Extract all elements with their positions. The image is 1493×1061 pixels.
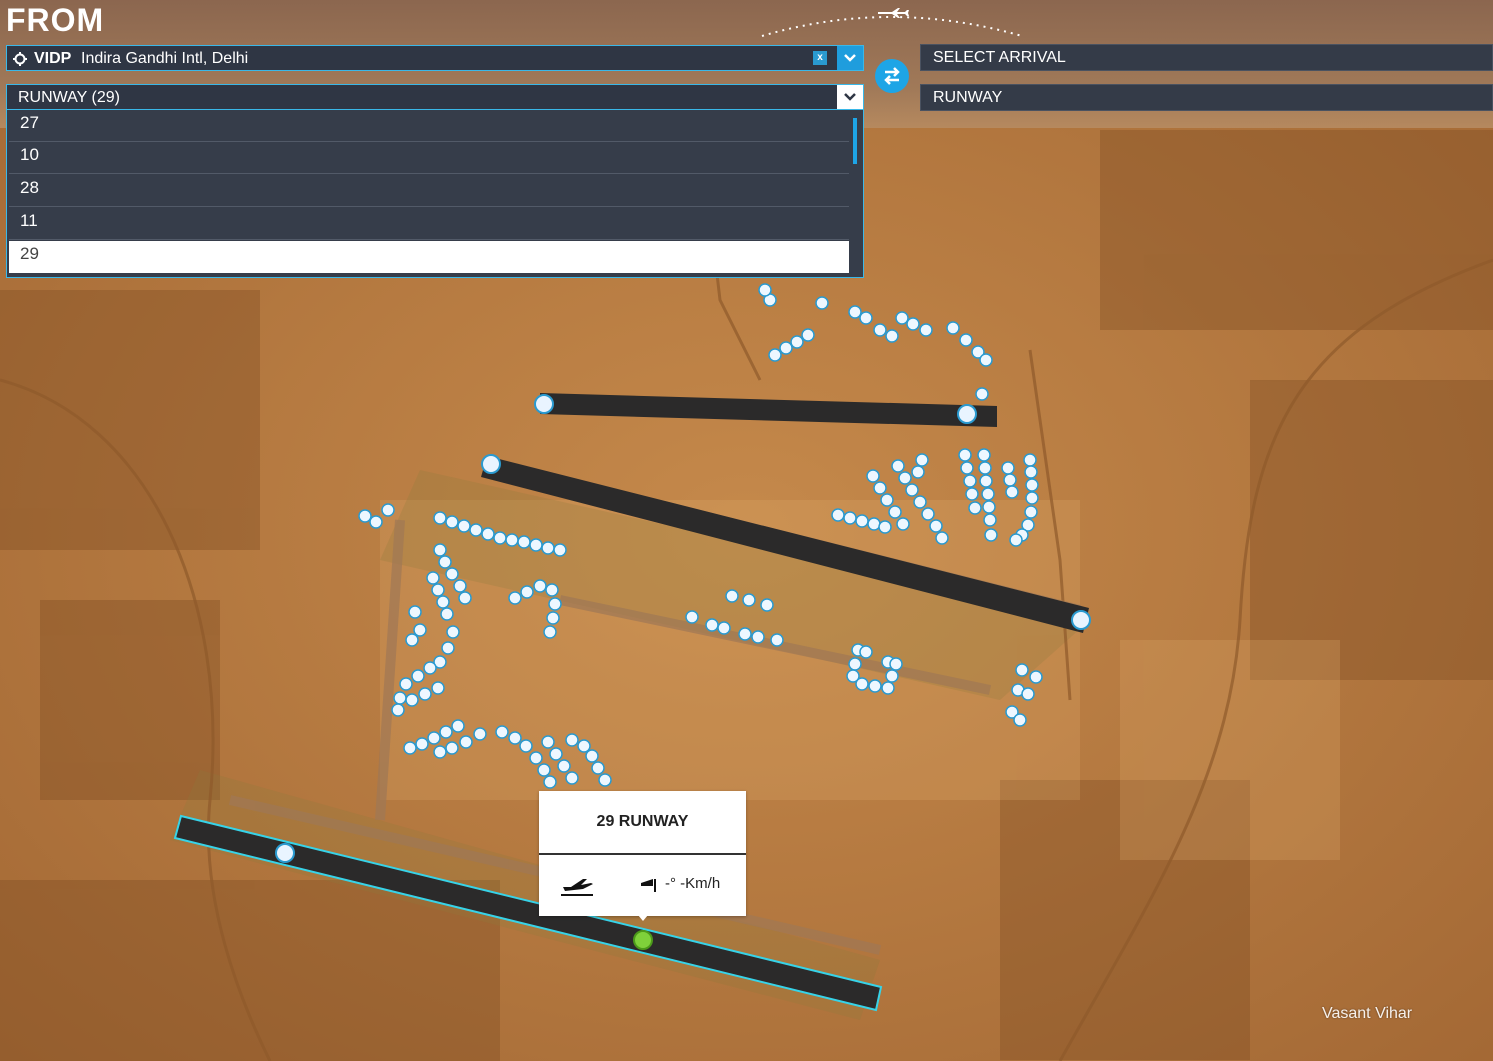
- from-title: FROM: [6, 2, 105, 38]
- takeoff-icon: [561, 879, 593, 896]
- runway-select-label: RUNWAY (29): [18, 89, 120, 106]
- arrival-airport-field[interactable]: SELECT ARRIVAL: [920, 44, 1493, 71]
- flight-path-decoration: [761, 8, 1023, 37]
- popup-divider: [539, 853, 746, 855]
- wind-value: -° -Km/h: [665, 875, 721, 892]
- runway-option[interactable]: 10: [9, 142, 849, 174]
- runway-threshold-marker: [534, 394, 554, 414]
- runway-option[interactable]: 27: [9, 110, 849, 142]
- departure-airport-field[interactable]: VIDP Indira Gandhi Intl, Delhi x: [6, 45, 864, 71]
- runway-threshold-marker: [957, 404, 977, 424]
- swap-icon: [884, 67, 900, 85]
- runway-threshold-marker: [275, 843, 295, 863]
- chevron-down-icon: [844, 93, 856, 101]
- chevron-down-icon: [844, 54, 856, 62]
- location-icon: [13, 52, 27, 66]
- windsock-icon: [641, 879, 656, 892]
- arrival-placeholder: SELECT ARRIVAL: [933, 49, 1066, 66]
- runway-dropdown-button[interactable]: [837, 85, 863, 109]
- map-place-label: Vasant Vihar: [1322, 1005, 1413, 1022]
- runway-threshold-marker: [1071, 610, 1091, 630]
- swap-airports-button[interactable]: [875, 59, 909, 93]
- clear-button[interactable]: x: [813, 51, 827, 65]
- runway-threshold-marker: [481, 454, 501, 474]
- runway-option-selected[interactable]: 29: [9, 241, 849, 273]
- popup-title: 29 RUNWAY: [596, 813, 689, 830]
- list-scrollbar[interactable]: [853, 118, 857, 164]
- arrival-runway-label: RUNWAY: [933, 89, 1003, 106]
- departure-dropdown-button[interactable]: [837, 46, 863, 70]
- runway-options-list[interactable]: 27 10 28 11 29: [6, 110, 864, 278]
- selected-threshold-marker: [633, 930, 653, 950]
- departure-icao: VIDP: [34, 50, 72, 67]
- runway-option[interactable]: 11: [9, 208, 849, 240]
- popup-pointer: [638, 915, 648, 921]
- arrival-runway-select[interactable]: RUNWAY: [920, 84, 1493, 111]
- runway-info-popup[interactable]: 29 RUNWAY -° -Km/h: [539, 791, 746, 921]
- runway-option[interactable]: 28: [9, 175, 849, 207]
- departure-name: Indira Gandhi Intl, Delhi: [81, 50, 249, 67]
- departure-runway-select[interactable]: RUNWAY (29): [6, 84, 864, 110]
